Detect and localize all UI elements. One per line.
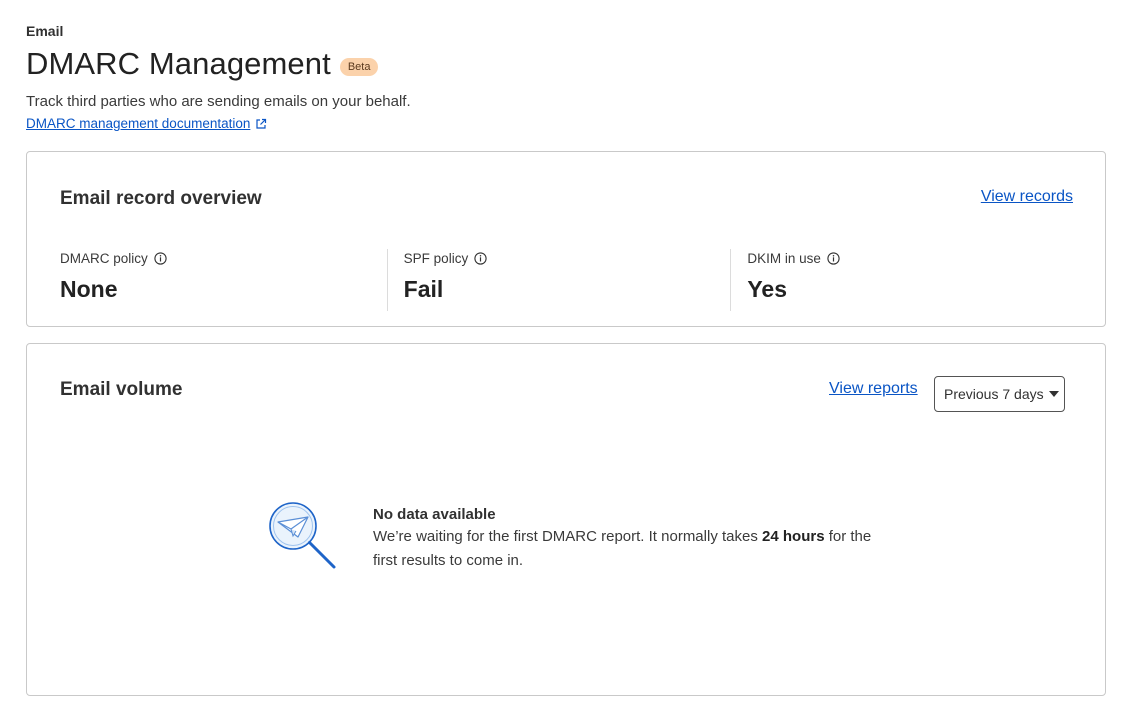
page-subtitle: Track third parties who are sending emai… [26,93,411,110]
stat-value: None [60,276,118,302]
breadcrumb: Email [26,23,64,39]
email-record-overview-card: Email record overview View records DMARC… [26,151,1106,327]
page-title: DMARC Management [26,46,331,81]
info-icon[interactable] [154,252,167,265]
stat-label: DKIM in use [747,251,821,266]
period-select[interactable]: Previous 7 days [934,376,1065,412]
empty-state-body: We’re waiting for the first DMARC report… [373,525,873,573]
beta-badge: Beta [339,58,379,76]
caret-down-icon [1048,391,1059,397]
stat-label: SPF policy [403,251,469,266]
stat-spf-policy: SPF policy Fail [386,249,731,311]
stat-label: DMARC policy [60,251,148,266]
page-header: DMARC Management Beta [26,46,379,82]
stat-value: Yes [747,276,787,302]
stat-dkim-in-use: DKIM in use Yes [730,249,1074,311]
period-select-value: Previous 7 days [944,386,1044,402]
empty-state-heading: No data available [373,506,496,523]
stat-dmarc-policy: DMARC policy None [60,249,387,311]
empty-body-emphasis: 24 hours [762,528,825,545]
view-reports-link[interactable]: View reports [829,380,918,398]
documentation-link[interactable]: DMARC management documentation [26,116,267,131]
email-volume-card: Email volume View reports Previous 7 day… [26,343,1106,696]
paper-plane-magnifier-illustration [267,500,339,572]
info-icon[interactable] [474,252,487,265]
empty-body-text: We’re waiting for the first DMARC report… [373,528,763,545]
documentation-link-label: DMARC management documentation [26,116,251,131]
overview-title: Email record overview [60,188,262,209]
record-stats: DMARC policy None SPF policy Fail DKIM i… [60,249,1074,311]
external-link-icon [255,118,267,130]
view-records-link[interactable]: View records [981,188,1073,206]
info-icon[interactable] [827,252,840,265]
volume-title: Email volume [60,379,183,400]
empty-state-text: No data available We’re waiting for the … [373,506,873,573]
empty-state: No data available We’re waiting for the … [267,500,873,573]
stat-value: Fail [403,276,444,302]
